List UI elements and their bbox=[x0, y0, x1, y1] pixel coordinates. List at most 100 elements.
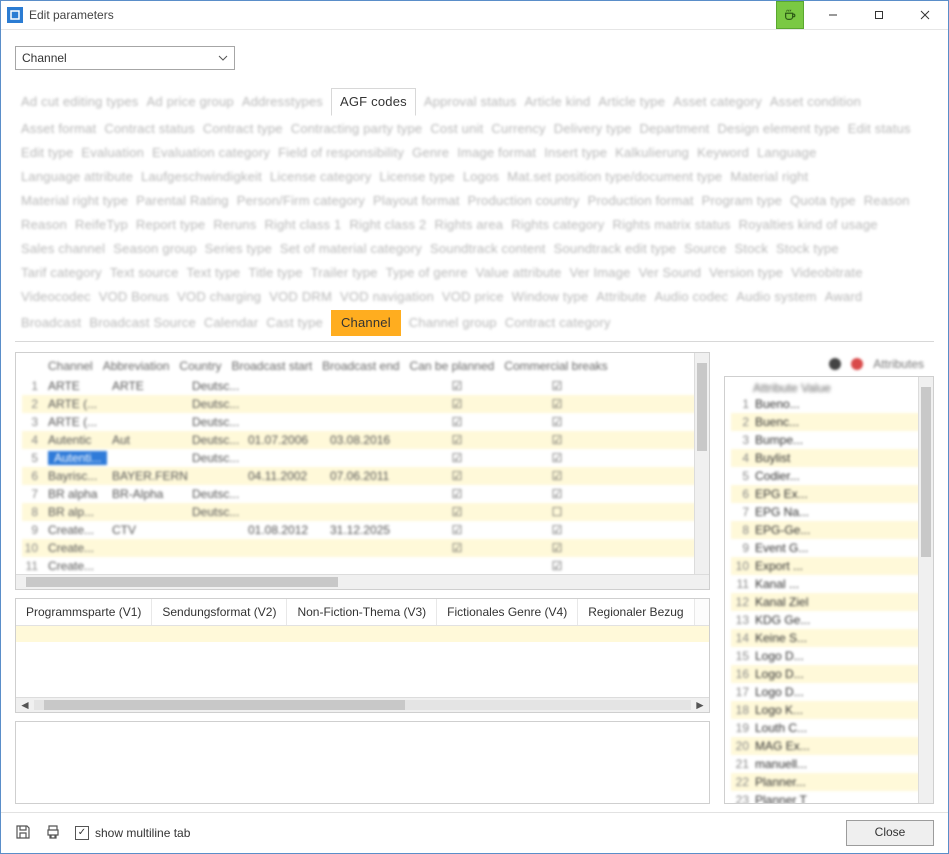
tab-blurred[interactable]: Language bbox=[757, 142, 816, 164]
tab-blurred[interactable]: Ver Image bbox=[570, 262, 631, 284]
tab-blurred[interactable]: VOD charging bbox=[177, 286, 261, 308]
tab-blurred[interactable]: Addresstypes bbox=[242, 91, 323, 113]
attr-row[interactable]: 10Export ... bbox=[731, 557, 927, 575]
close-window-button[interactable] bbox=[902, 1, 948, 29]
tab-blurred[interactable]: Tarif category bbox=[21, 262, 102, 284]
close-button[interactable]: Close bbox=[846, 820, 934, 846]
tab-blurred[interactable]: Sales channel bbox=[21, 238, 105, 260]
tab-blurred[interactable]: Type of genre bbox=[386, 262, 468, 284]
tab-blurred[interactable]: Stock type bbox=[776, 238, 839, 260]
tab-blurred[interactable]: Reason bbox=[21, 214, 67, 236]
tab-blurred[interactable]: Language attribute bbox=[21, 166, 133, 188]
tab-blurred[interactable]: Delivery type bbox=[554, 118, 632, 140]
tab-blurred[interactable]: Kalkulierung bbox=[615, 142, 689, 164]
tab-blurred[interactable]: Set of material category bbox=[280, 238, 422, 260]
tab-blurred[interactable]: Contract category bbox=[505, 312, 611, 334]
tab-blurred[interactable]: Asset condition bbox=[770, 91, 861, 113]
tab-blurred[interactable]: Design element type bbox=[717, 118, 839, 140]
tab-blurred[interactable]: Soundtrack content bbox=[430, 238, 546, 260]
tab-blurred[interactable]: Evaluation bbox=[81, 142, 144, 164]
attr-row[interactable]: 4Buylist bbox=[731, 449, 927, 467]
tab-blurred[interactable]: Contract type bbox=[203, 118, 283, 140]
tab-blurred[interactable]: Rights category bbox=[511, 214, 604, 236]
tab-blurred[interactable]: Asset category bbox=[673, 91, 762, 113]
table-row[interactable]: 2ARTE (...Deutsc...☑☑ bbox=[22, 395, 703, 413]
tab-blurred[interactable]: License type bbox=[379, 166, 454, 188]
attr-scrollbar-v[interactable] bbox=[918, 377, 933, 803]
tab-blurred[interactable]: Department bbox=[640, 118, 710, 140]
attr-row[interactable]: 2Buenc... bbox=[731, 413, 927, 431]
tab-blurred[interactable]: Evaluation category bbox=[152, 142, 270, 164]
attr-row[interactable]: 19Louth C... bbox=[731, 719, 927, 737]
tab-blurred[interactable]: Report type bbox=[136, 214, 205, 236]
tab-blurred[interactable]: Rights matrix status bbox=[613, 214, 731, 236]
tab-blurred[interactable]: ReifeTyp bbox=[75, 214, 128, 236]
tab-blurred[interactable]: Approval status bbox=[424, 91, 517, 113]
tab-blurred[interactable]: Asset format bbox=[21, 118, 96, 140]
grid-scrollbar-h[interactable] bbox=[16, 574, 709, 589]
attr-row[interactable]: 6EPG Ex... bbox=[731, 485, 927, 503]
tab-blurred[interactable]: Trailer type bbox=[311, 262, 378, 284]
attr-row[interactable]: 13KDG Ge... bbox=[731, 611, 927, 629]
show-multiline-checkbox[interactable]: ✓ show multiline tab bbox=[75, 826, 190, 840]
tab-blurred[interactable]: Edit type bbox=[21, 142, 73, 164]
print-icon[interactable] bbox=[45, 824, 63, 842]
tab-blurred[interactable]: Royalties kind of usage bbox=[739, 214, 878, 236]
tab-blurred[interactable]: Audio codec bbox=[655, 286, 729, 308]
tab-blurred[interactable]: Production country bbox=[468, 190, 580, 212]
tab-blurred[interactable]: Contract status bbox=[104, 118, 194, 140]
tab-blurred[interactable]: Image format bbox=[457, 142, 536, 164]
table-row[interactable]: 9Create...CTV01.08.201231.12.2025☑☑ bbox=[22, 521, 703, 539]
tab-blurred[interactable]: Broadcast Source bbox=[89, 312, 196, 334]
tab-blurred[interactable]: VOD navigation bbox=[340, 286, 434, 308]
tab-blurred[interactable]: Version type bbox=[709, 262, 783, 284]
tab-blurred[interactable]: Calendar bbox=[204, 312, 258, 334]
tab-blurred[interactable]: Channel group bbox=[409, 312, 497, 334]
attr-row[interactable]: 3Bumpe... bbox=[731, 431, 927, 449]
tab-blurred[interactable]: Soundtrack edit type bbox=[554, 238, 677, 260]
tab-blurred[interactable]: Source bbox=[684, 238, 726, 260]
tab-blurred[interactable]: Playout format bbox=[373, 190, 460, 212]
tab-blurred[interactable]: Reruns bbox=[213, 214, 256, 236]
subtab[interactable]: Regionaler Bezug bbox=[578, 599, 694, 625]
scroll-right-icon[interactable]: ► bbox=[693, 698, 707, 712]
attr-row[interactable]: 17Logo D... bbox=[731, 683, 927, 701]
tab-blurred[interactable]: Contracting party type bbox=[291, 118, 423, 140]
save-icon[interactable] bbox=[15, 824, 33, 842]
attr-row[interactable]: 15Logo D... bbox=[731, 647, 927, 665]
tab-blurred[interactable]: Text source bbox=[110, 262, 179, 284]
tab-blurred[interactable]: License category bbox=[270, 166, 371, 188]
table-row[interactable]: 11Create...☑ bbox=[22, 557, 703, 574]
attr-row[interactable]: 8EPG-Ge... bbox=[731, 521, 927, 539]
tab-blurred[interactable]: Genre bbox=[412, 142, 449, 164]
tab-blurred[interactable]: Article kind bbox=[524, 91, 590, 113]
tab-blurred[interactable]: Videocodec bbox=[21, 286, 91, 308]
tab-blurred[interactable]: Material right bbox=[730, 166, 808, 188]
tab-blurred[interactable]: Title type bbox=[248, 262, 302, 284]
tab-blurred[interactable]: Value attribute bbox=[476, 262, 562, 284]
tab-blurred[interactable]: Keyword bbox=[697, 142, 749, 164]
attr-row[interactable]: 18Logo K... bbox=[731, 701, 927, 719]
tab-blurred[interactable]: Parental Rating bbox=[136, 190, 229, 212]
attr-row[interactable]: 22Planner... bbox=[731, 773, 927, 791]
attr-row[interactable]: 11Kanal ... bbox=[731, 575, 927, 593]
tab-blurred[interactable]: Rights area bbox=[435, 214, 504, 236]
table-row[interactable]: 3ARTE (...Deutsc...☑☑ bbox=[22, 413, 703, 431]
tab-blurred[interactable]: Currency bbox=[491, 118, 545, 140]
subtab[interactable]: Non-Fiction-Thema (V3) bbox=[287, 599, 437, 625]
notes-panel[interactable] bbox=[15, 721, 710, 804]
tab-blurred[interactable]: Attribute bbox=[596, 286, 646, 308]
tab-blurred[interactable]: Ad price group bbox=[146, 91, 233, 113]
attr-row[interactable]: 20MAG Ex... bbox=[731, 737, 927, 755]
tab-blurred[interactable]: Logos bbox=[463, 166, 499, 188]
subtab[interactable]: Fictionales Genre (V4) bbox=[437, 599, 578, 625]
tab-blurred[interactable]: Season group bbox=[113, 238, 196, 260]
tab-blurred[interactable]: Material right type bbox=[21, 190, 128, 212]
channel-grid[interactable]: ChannelAbbreviationCountryBroadcast star… bbox=[15, 352, 710, 590]
tab-blurred[interactable]: Series type bbox=[205, 238, 272, 260]
tab-blurred[interactable]: Field of responsibility bbox=[278, 142, 404, 164]
tab-blurred[interactable]: Program type bbox=[702, 190, 782, 212]
tab-blurred[interactable]: Article type bbox=[598, 91, 665, 113]
tab-blurred[interactable]: Mat.set position type/document type bbox=[507, 166, 722, 188]
tab-blurred[interactable]: Production format bbox=[588, 190, 694, 212]
